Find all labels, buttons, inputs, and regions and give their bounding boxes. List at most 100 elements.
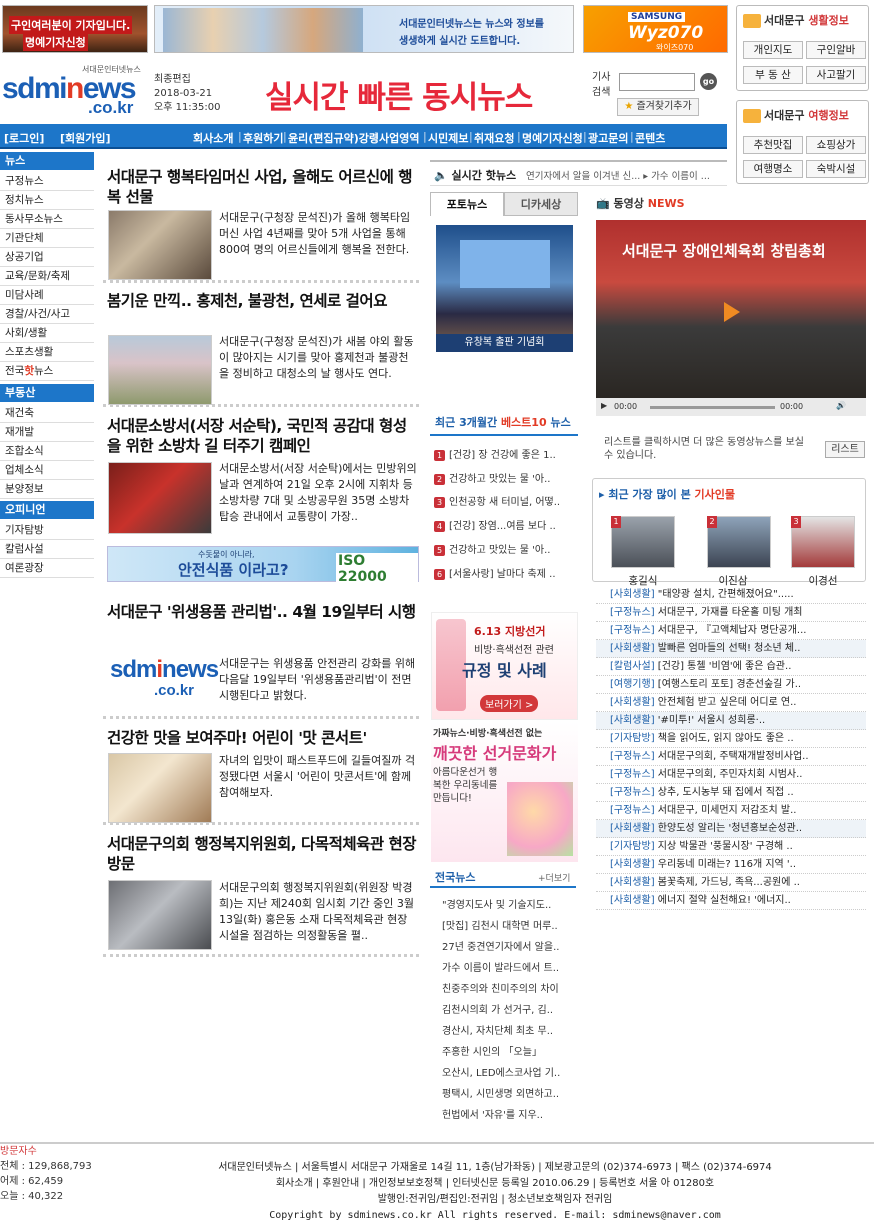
list-item[interactable]: [기자탐방] 책을 읽어도, 읽지 않아도 좋은 ..: [596, 730, 866, 748]
election-rules-ad[interactable]: 6.13 지방선거 비방·흑색선전 관련 규정 및 사례 보러가기 >: [431, 612, 578, 720]
article-title[interactable]: 서대문구의회 행정복지위원회, 다목적체육관 현장방문: [107, 834, 419, 874]
sidebar-item-national-hot[interactable]: 전국핫뉴스: [0, 362, 94, 381]
sidebar-item[interactable]: 여론광장: [0, 559, 94, 578]
article-thumbnail[interactable]: [108, 210, 212, 280]
sidebar-item[interactable]: 분양정보: [0, 480, 94, 499]
search-input[interactable]: [619, 73, 695, 91]
nav-item[interactable]: 취재요청: [474, 130, 514, 146]
clean-election-ad[interactable]: 가짜뉴스·비방·흑색선전 없는 깨끗한 선거문화가 아름다운선거 행복한 우리동…: [431, 722, 578, 862]
list-item[interactable]: 가수 이름이 발라드에서 트..: [442, 959, 574, 974]
travel-info-button[interactable]: 쇼핑상가: [806, 136, 866, 154]
sidebar-item[interactable]: 정치뉴스: [0, 191, 94, 210]
list-item[interactable]: [사회생활] "태양광 설치, 간편해졌어요".....: [596, 586, 866, 604]
video-list-button[interactable]: 리스트: [825, 441, 865, 458]
food-safety-ad[interactable]: 수돗물이 아니라, 안전식품 이라고? ISO 22000: [107, 546, 419, 585]
search-go-button[interactable]: go: [700, 73, 717, 90]
sidebar-item[interactable]: 조합소식: [0, 442, 94, 461]
sidebar-item[interactable]: 구정뉴스: [0, 172, 94, 191]
article-title[interactable]: 봄기운 만끽.. 홍제천, 불광천, 연세로 걸어요: [107, 291, 419, 311]
list-item[interactable]: 경산시, 자치단체 최초 무..: [442, 1022, 574, 1037]
video-player[interactable]: 서대문구 장애인체육회 창립총회 ▶ 00:00 00:00 🔊: [596, 220, 866, 416]
list-item[interactable]: [구정뉴스] 서대문구, 가재를 타운홀 미팅 개최: [596, 604, 866, 622]
list-item[interactable]: [여행기행] [여행스토리 포토] 경춘선숲길 가..: [596, 676, 866, 694]
sidebar-item[interactable]: 미담사례: [0, 286, 94, 305]
reporter-recruit-banner[interactable]: 구인여러분이 기자입니다. 명예기자신청: [2, 5, 148, 53]
sidebar-header-opinion[interactable]: 오피니언: [0, 501, 94, 519]
list-item[interactable]: [구정뉴스] 상추, 도시농부 돼 집에서 직접 ..: [596, 784, 866, 802]
nav-item[interactable]: 윤리(편집규약)강령: [288, 130, 379, 146]
list-item[interactable]: [사회생활] 한양도성 알리는 '청년홍보순성관..: [596, 820, 866, 838]
article-thumbnail[interactable]: [108, 880, 212, 950]
list-item[interactable]: "경영지도사 및 기술지도..: [442, 896, 574, 911]
list-item[interactable]: 주홍한 시인의 「오늘」: [442, 1043, 574, 1058]
list-item[interactable]: [구정뉴스] 서대문구의회, 주민자치회 시범사..: [596, 766, 866, 784]
photo-news-image[interactable]: 유창복 출판 기념회: [436, 225, 573, 352]
list-item[interactable]: 27년 중견연기자에서 알을..: [442, 938, 574, 953]
list-item[interactable]: [사회생활] 안전체험 받고 싶은데 어디로 연..: [596, 694, 866, 712]
list-item[interactable]: [칼럼사설] [건강] 통첼 '비염'에 좋은 습관..: [596, 658, 866, 676]
article-title[interactable]: 건강한 맛을 보여주마! 어린이 '맛 콘서트': [107, 728, 419, 748]
nav-item[interactable]: 광고문의: [588, 130, 628, 146]
article-thumbnail[interactable]: [108, 753, 212, 823]
list-item[interactable]: [구정뉴스] 서대문구, 미세먼지 저감조치 발..: [596, 802, 866, 820]
nav-item[interactable]: 사업영역: [379, 130, 419, 146]
life-info-button[interactable]: 구인알바: [806, 41, 866, 59]
tab-dika[interactable]: 디카세상: [504, 192, 578, 216]
sidebar-header-estate[interactable]: 부동산: [0, 384, 94, 402]
sidebar-item[interactable]: 업체소식: [0, 461, 94, 480]
life-info-button[interactable]: 사고팔기: [806, 66, 866, 84]
list-item[interactable]: 친중주의와 친미주의의 차이: [442, 980, 574, 995]
list-item[interactable]: 헌법에서 '자유'를 지우..: [442, 1106, 574, 1121]
footer-links[interactable]: 회사소개 | 후원안내 | 개인정보보호정책 | 인터넷신문 등록일 2010.…: [140, 1176, 850, 1192]
sidebar-item[interactable]: 동사무소뉴스: [0, 210, 94, 229]
best10-item[interactable]: 5 건강하고 맛있는 물 '아..: [434, 541, 574, 556]
sidebar-item[interactable]: 기관단체: [0, 229, 94, 248]
best10-item[interactable]: 1 [건강] 장 건강에 좋은 1..: [434, 446, 574, 461]
sidebar-item[interactable]: 상공기업: [0, 248, 94, 267]
article-title[interactable]: 서대문소방서(서장 서순탁), 국민적 공감대 형성을 위한 소방차 길 터주기…: [107, 416, 419, 456]
list-item[interactable]: [사회생활] 에너지 절약 실천해요! '에너지..: [596, 892, 866, 910]
join-link[interactable]: [회원가입]: [60, 130, 111, 146]
play-control-icon[interactable]: ▶: [601, 401, 607, 410]
travel-info-button[interactable]: 숙박시설: [806, 160, 866, 178]
site-logo[interactable]: 서대문인터넷뉴스 sdminews .co.kr: [2, 64, 152, 120]
sidebar-item[interactable]: 경찰/사건/사고: [0, 305, 94, 324]
video-seekbar[interactable]: [650, 406, 775, 409]
samsung-ad-banner[interactable]: SAMSUNG Wyz070 와이즈070: [583, 5, 728, 53]
sidebar-item[interactable]: 스포츠생활: [0, 343, 94, 362]
travel-info-button[interactable]: 추천맛집: [743, 136, 803, 154]
best10-item[interactable]: 2 건강하고 맛있는 물 '아..: [434, 470, 574, 485]
nav-item[interactable]: 회사소개: [193, 130, 233, 146]
nav-item[interactable]: 후원하기: [243, 130, 283, 146]
article-title[interactable]: 서대문구 '위생용품 관리법'.. 4월 19일부터 시행: [107, 602, 419, 622]
sidebar-item[interactable]: 교육/문화/축제: [0, 267, 94, 286]
play-icon[interactable]: [724, 302, 740, 322]
sidebar-item[interactable]: 재건축: [0, 404, 94, 423]
favorite-button[interactable]: ★ 즐겨찾기추가: [617, 98, 699, 116]
nav-item[interactable]: 명예기자신청: [522, 130, 583, 146]
person-photo[interactable]: 2: [707, 516, 771, 568]
travel-info-button[interactable]: 여행명소: [743, 160, 803, 178]
photo-caption[interactable]: 유창복 출판 기념회: [436, 334, 573, 352]
sidebar-item[interactable]: 기자탐방: [0, 521, 94, 540]
tab-photo-news[interactable]: 포토뉴스: [430, 192, 504, 216]
sidebar-item[interactable]: 사회/생활: [0, 324, 94, 343]
best10-item[interactable]: 4 [건강] 장염...여름 보다 ..: [434, 517, 574, 532]
sidebar-item[interactable]: 칼럼사설: [0, 540, 94, 559]
list-item[interactable]: 평택시, 시민생명 외면하고..: [442, 1085, 574, 1100]
list-item[interactable]: 김천시의회 가 선거구, 김..: [442, 1001, 574, 1016]
article-thumbnail[interactable]: [108, 335, 212, 405]
best10-item[interactable]: 3 인천공항 새 터미널, 어떻..: [434, 493, 574, 508]
life-info-button[interactable]: 부 동 산: [743, 66, 803, 84]
life-info-button[interactable]: 개인지도: [743, 41, 803, 59]
article-thumbnail[interactable]: [108, 462, 212, 534]
list-item[interactable]: [사회생활] 우리동네 미래는? 116개 지역 '..: [596, 856, 866, 874]
nav-item[interactable]: 시민제보: [428, 130, 468, 146]
list-item[interactable]: [구정뉴스] 서대문구, 『고액체납자 명단공개...: [596, 622, 866, 640]
volume-icon[interactable]: 🔊: [836, 401, 846, 410]
more-link[interactable]: +더보기: [538, 871, 570, 884]
list-item[interactable]: [기자탐방] 지상 박물관 '풍물시장' 구경해 ..: [596, 838, 866, 856]
article-title[interactable]: 서대문구 행복타임머신 사업, 올해도 어르신에 행복 선물: [107, 167, 419, 207]
hot-news-text[interactable]: 연기자에서 알을 이겨낸 신... ▸ 가수 이름이 ...: [526, 168, 721, 182]
list-item[interactable]: [사회생활] 발빠른 엄마들의 선택! 청소년 체..: [596, 640, 866, 658]
